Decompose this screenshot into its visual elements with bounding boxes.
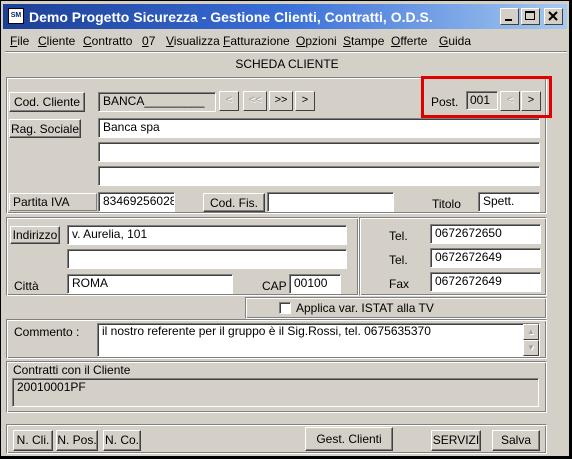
tel2-label: Tel. [389, 253, 408, 267]
istat-checkbox[interactable] [279, 302, 291, 314]
contratti-list[interactable]: 20010001PF [12, 378, 539, 407]
partita-iva-label: Partita IVA [9, 193, 97, 211]
cod-cliente-field[interactable]: BANCA_________ [98, 92, 216, 112]
n-cli-button[interactable]: N. Cli. [13, 430, 53, 451]
servizi-button[interactable]: SERVIZI [431, 430, 481, 451]
close-icon [548, 11, 558, 21]
menu-bar: File Cliente Contratto 07 Visualizza Fat… [5, 32, 567, 50]
rag-sociale-line-3[interactable] [98, 166, 540, 186]
rag-sociale-line-1[interactable]: Banca spa [98, 118, 540, 138]
titolo-label: Titolo [432, 197, 461, 211]
window-title: Demo Progetto Sicurezza - Gestione Clien… [29, 9, 433, 25]
tel2-field[interactable]: 0672672649 [430, 248, 541, 268]
menu-cliente[interactable]: Cliente [38, 34, 75, 48]
cap-field[interactable]: 00100 [289, 274, 341, 294]
commento-scrollbar[interactable]: ▲ ▼ [523, 324, 539, 356]
menu-fatturazione[interactable]: Fatturazione [223, 34, 290, 48]
app-icon[interactable]: SM [8, 8, 24, 24]
cod-fis-button[interactable]: Cod. Fis. [203, 193, 265, 212]
rag-sociale-line-2[interactable] [98, 142, 540, 162]
menu-07[interactable]: 07 [142, 34, 155, 48]
post-prev-button[interactable]: < [500, 91, 520, 111]
nav-first-button[interactable]: < [219, 91, 239, 111]
tel1-label: Tel. [389, 229, 408, 243]
menu-stampe[interactable]: Stampe [343, 34, 384, 48]
commento-textarea[interactable]: il nostro referente per il gruppo è il S… [97, 323, 540, 357]
commento-text: il nostro referente per il gruppo è il S… [102, 324, 431, 338]
commento-label: Commento : [14, 325, 80, 339]
cap-label: CAP [262, 279, 287, 293]
rag-sociale-button[interactable]: Rag. Sociale [9, 119, 81, 138]
istat-label: Applica var. ISTAT alla TV [296, 301, 434, 315]
menu-offerte[interactable]: Offerte [391, 34, 427, 48]
cod-cliente-button[interactable]: Cod. Cliente [9, 92, 85, 112]
post-next-button[interactable]: > [521, 91, 541, 111]
title-bar[interactable]: SM Demo Progetto Sicurezza - Gestione Cl… [3, 4, 567, 29]
cod-fis-field[interactable] [267, 192, 394, 212]
indirizzo-button[interactable]: Indirizzo [10, 226, 60, 244]
indirizzo-line-1[interactable]: v. Aurelia, 101 [67, 225, 347, 245]
close-button[interactable] [544, 8, 563, 25]
minimize-button[interactable] [500, 8, 519, 25]
fax-label: Fax [389, 277, 410, 291]
nav-next-fast-button[interactable]: >> [269, 91, 293, 111]
gest-clienti-button[interactable]: Gest. Clienti [305, 427, 393, 451]
fax-field[interactable]: 0672672649 [430, 272, 541, 292]
titolo-field[interactable]: Spett. [478, 192, 540, 212]
tel1-field[interactable]: 0672672650 [430, 224, 541, 244]
partita-iva-field[interactable]: 83469256028 [98, 192, 175, 212]
menu-guida[interactable]: Guida [439, 34, 471, 48]
page-title: SCHEDA CLIENTE [235, 57, 339, 71]
post-field[interactable]: 001 [466, 91, 498, 110]
n-pos-button[interactable]: N. Pos. [56, 430, 98, 451]
maximize-button[interactable] [521, 8, 540, 25]
post-label: Post. [431, 95, 459, 109]
nav-last-button[interactable]: > [295, 91, 315, 111]
nav-prev-fast-button[interactable]: << [243, 91, 267, 111]
contratti-label: Contratti con il Cliente [13, 363, 131, 377]
scroll-up-icon[interactable]: ▲ [523, 324, 539, 340]
menu-separator [5, 51, 567, 53]
menu-file[interactable]: File [10, 34, 29, 48]
scroll-down-icon[interactable]: ▼ [523, 340, 539, 356]
salva-button[interactable]: Salva [492, 430, 540, 451]
citta-label: Città [14, 279, 39, 293]
menu-opzioni[interactable]: Opzioni [296, 34, 337, 48]
n-co-button[interactable]: N. Co. [103, 430, 141, 451]
contratto-item[interactable]: 20010001PF [17, 380, 86, 394]
citta-field[interactable]: ROMA [67, 274, 233, 294]
menu-visualizza[interactable]: Visualizza [166, 34, 220, 48]
indirizzo-line-2[interactable] [67, 249, 347, 269]
maximize-icon [525, 11, 535, 20]
minimize-icon [505, 19, 512, 21]
menu-contratto[interactable]: Contratto [83, 34, 132, 48]
main-window: SM Demo Progetto Sicurezza - Gestione Cl… [0, 0, 570, 457]
